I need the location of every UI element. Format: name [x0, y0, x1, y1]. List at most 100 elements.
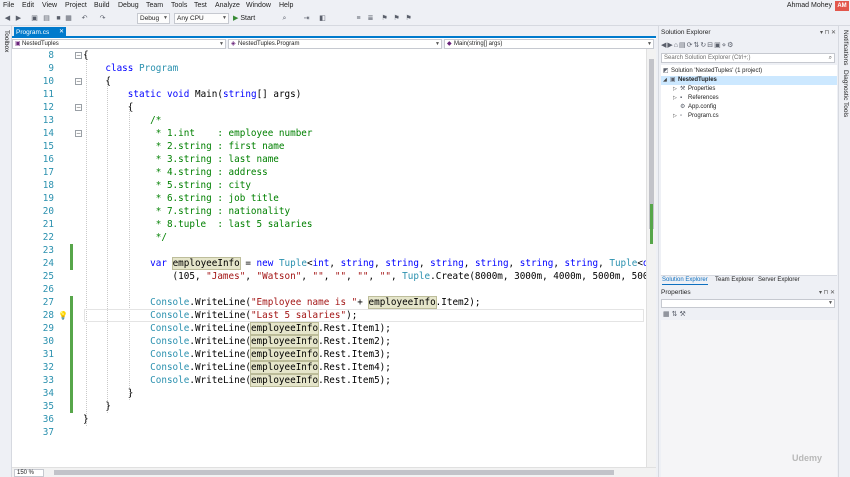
- code-line[interactable]: 14 * 1.int : employee number: [12, 127, 646, 140]
- tree-item-properties[interactable]: ▷ ⚒ Properties: [673, 85, 715, 94]
- class-dropdown[interactable]: ◈ NestedTuples.Program ▼: [228, 39, 442, 49]
- tab-program-cs[interactable]: Program.cs ✕: [14, 27, 66, 38]
- tree-item-solution[interactable]: ◩ Solution 'NestedTuples' (1 project): [663, 67, 762, 76]
- code-line[interactable]: 23: [12, 244, 646, 257]
- save-all-icon[interactable]: ▦: [64, 14, 73, 24]
- code-editor[interactable]: − − − − 💡 8{9 class Program 10 {11 static…: [12, 49, 646, 467]
- panel-pin-close-icons[interactable]: ▾ ⊓ ✕: [820, 28, 836, 38]
- platform-select[interactable]: Any CPU ▼: [174, 13, 229, 24]
- code-line[interactable]: 17 * 4.string : address: [12, 166, 646, 179]
- code-line[interactable]: 10 {: [12, 75, 646, 88]
- horizontal-scrollbar-thumb[interactable]: [54, 470, 614, 475]
- vertical-scrollbar[interactable]: [646, 49, 656, 467]
- code-line[interactable]: 24 var employeeInfo = new Tuple<int, str…: [12, 257, 646, 270]
- tree-item-program-cs[interactable]: ▷ ▫ Program.cs: [673, 112, 719, 121]
- member-dropdown[interactable]: ◆ Main(string[] args) ▼: [444, 39, 654, 49]
- code-line[interactable]: 35 }: [12, 400, 646, 413]
- categorized-icon[interactable]: ▦: [663, 311, 672, 318]
- code-line[interactable]: 19 * 6.string : job title: [12, 192, 646, 205]
- menu-help[interactable]: Help: [279, 1, 293, 11]
- avatar[interactable]: AM: [835, 1, 849, 11]
- menu-build[interactable]: Build: [94, 1, 110, 11]
- zoom-select[interactable]: 150 %: [14, 469, 44, 477]
- code-line[interactable]: 29 Console.WriteLine(employeeInfo.Rest.I…: [12, 322, 646, 335]
- expand-icon[interactable]: ▷: [673, 112, 680, 121]
- redo-icon[interactable]: ↷: [98, 14, 107, 24]
- code-line[interactable]: 9 class Program: [12, 62, 646, 75]
- switch-views-icon[interactable]: ▤: [679, 42, 687, 49]
- diagnostic-tools-tab[interactable]: Diagnostic Tools: [842, 70, 849, 117]
- open-icon[interactable]: ▤: [42, 14, 51, 24]
- project-dropdown[interactable]: ▣ NestedTuples ▼: [12, 39, 226, 49]
- tab-team-explorer[interactable]: Team Explorer: [715, 276, 754, 284]
- comment-icon[interactable]: ≡: [354, 14, 363, 24]
- code-line[interactable]: 12 {: [12, 101, 646, 114]
- code-line[interactable]: 27 Console.WriteLine("Employee name is "…: [12, 296, 646, 309]
- menu-team[interactable]: Team: [146, 1, 163, 11]
- step-icon[interactable]: ⇥: [302, 14, 311, 24]
- bookmark-next-icon[interactable]: ⚑: [404, 14, 413, 24]
- show-all-files-icon[interactable]: ▣: [714, 42, 722, 49]
- properties-object-select[interactable]: ▼: [661, 299, 835, 308]
- code-line[interactable]: 32 Console.WriteLine(employeeInfo.Rest.I…: [12, 361, 646, 374]
- notifications-tab[interactable]: Notifications: [842, 30, 849, 65]
- code-line[interactable]: 8{: [12, 49, 646, 62]
- code-line[interactable]: 18 * 5.string : city: [12, 179, 646, 192]
- code-line[interactable]: 34 }: [12, 387, 646, 400]
- panel-pin-close-icons[interactable]: ▾ ⊓ ✕: [819, 288, 835, 298]
- code-line[interactable]: 16 * 3.string : last name: [12, 153, 646, 166]
- tree-item-references[interactable]: ▷ ▪ References: [673, 94, 719, 103]
- alphabetical-icon[interactable]: ⇅: [672, 311, 680, 318]
- code-line[interactable]: 15 * 2.string : first name: [12, 140, 646, 153]
- start-button[interactable]: ▶ Start: [233, 14, 261, 24]
- code-line[interactable]: 20 * 7.string : nationality: [12, 205, 646, 218]
- menu-project[interactable]: Project: [65, 1, 87, 11]
- bookmark-prev-icon[interactable]: ⚑: [392, 14, 401, 24]
- code-line[interactable]: 11 static void Main(string[] args): [12, 88, 646, 101]
- code-line[interactable]: 36}: [12, 413, 646, 426]
- breakpoint-icon[interactable]: ◧: [318, 14, 327, 24]
- tab-solution-explorer[interactable]: Solution Explorer: [662, 276, 708, 285]
- save-icon[interactable]: ■: [54, 14, 63, 24]
- code-line[interactable]: 31 Console.WriteLine(employeeInfo.Rest.I…: [12, 348, 646, 361]
- menu-window[interactable]: Window: [246, 1, 271, 11]
- code-line[interactable]: 13 /*: [12, 114, 646, 127]
- config-select[interactable]: Debug ▼: [137, 13, 170, 24]
- code-line[interactable]: 37: [12, 426, 646, 439]
- user-name[interactable]: Ahmad Mohey: [787, 1, 832, 11]
- code-line[interactable]: 25 (105, "James", "Watson", "", "", "", …: [12, 270, 646, 283]
- menu-debug[interactable]: Debug: [118, 1, 139, 11]
- property-pages-icon[interactable]: ⚒: [680, 311, 688, 318]
- tree-item-project[interactable]: ◢ ▣ NestedTuples: [663, 76, 717, 85]
- menu-analyze[interactable]: Analyze: [215, 1, 240, 11]
- code-line[interactable]: 28 Console.WriteLine("Last 5 salaries");: [12, 309, 646, 322]
- solution-explorer-search[interactable]: Search Solution Explorer (Ctrl+;) ⌕: [661, 53, 835, 63]
- code-line[interactable]: 22 */: [12, 231, 646, 244]
- toolbox-tab[interactable]: Toolbox: [3, 30, 10, 52]
- code-line[interactable]: 30 Console.WriteLine(employeeInfo.Rest.I…: [12, 335, 646, 348]
- close-icon[interactable]: ✕: [59, 27, 64, 38]
- uncomment-icon[interactable]: ≣: [366, 14, 375, 24]
- tab-server-explorer[interactable]: Server Explorer: [758, 276, 800, 284]
- code-line[interactable]: 21 * 8.tuple : last 5 salaries: [12, 218, 646, 231]
- undo-icon[interactable]: ↶: [80, 14, 89, 24]
- menu-file[interactable]: File: [3, 1, 14, 11]
- back-icon[interactable]: ◀: [3, 14, 12, 24]
- menu-view[interactable]: View: [42, 1, 57, 11]
- code-line[interactable]: 33 Console.WriteLine(employeeInfo.Rest.I…: [12, 374, 646, 387]
- menu-tools[interactable]: Tools: [171, 1, 187, 11]
- properties-wrench-icon[interactable]: ⚙: [727, 42, 734, 49]
- find-icon[interactable]: ⌕: [280, 14, 289, 24]
- menu-test[interactable]: Test: [194, 1, 207, 11]
- tree-item-app-config[interactable]: ⚙ App.config: [680, 103, 716, 112]
- forward-icon[interactable]: ▶: [14, 14, 23, 24]
- pending-changes-icon[interactable]: ⟳: [687, 42, 694, 49]
- search-icon[interactable]: ⌕: [829, 54, 832, 62]
- code-line[interactable]: 26: [12, 283, 646, 296]
- bookmark-icon[interactable]: ⚑: [380, 14, 389, 24]
- expand-icon[interactable]: ▷: [673, 85, 680, 94]
- new-project-icon[interactable]: ▣: [30, 14, 39, 24]
- menu-edit[interactable]: Edit: [22, 1, 34, 11]
- expand-icon[interactable]: ▷: [673, 94, 680, 103]
- expand-icon[interactable]: ◢: [663, 76, 670, 85]
